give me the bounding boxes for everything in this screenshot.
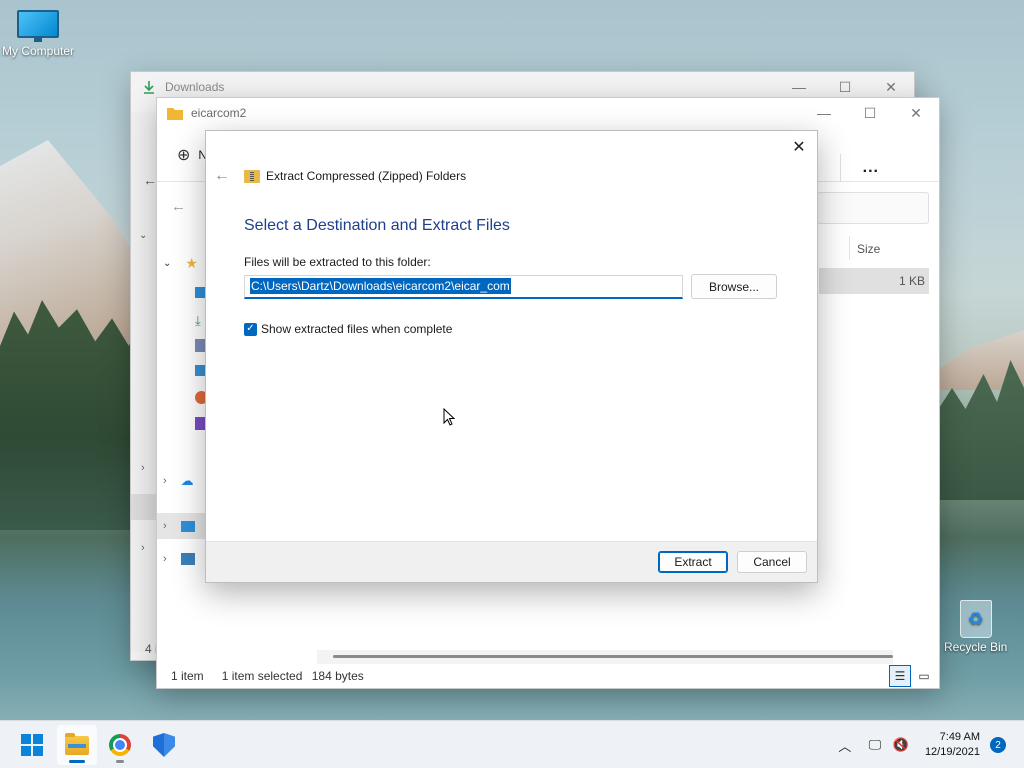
search-box-fragment[interactable] <box>817 192 929 224</box>
destination-label: Files will be extracted to this folder: <box>244 255 431 269</box>
show-files-label: Show extracted files when complete <box>261 322 453 336</box>
close-icon[interactable]: ✕ <box>893 98 939 128</box>
tiles-view-icon[interactable]: ▭ <box>913 665 935 687</box>
desktop-icon-recycle-bin[interactable]: ♻ Recycle Bin <box>944 600 1007 654</box>
mouse-pointer-icon <box>443 408 455 426</box>
taskbar-security[interactable] <box>144 725 184 765</box>
chrome-icon <box>109 734 131 756</box>
nav-item-onedrive[interactable]: › ☁ <box>163 473 194 489</box>
horizontal-scrollbar-thumb[interactable] <box>333 655 893 658</box>
desktop-icon-label: My Computer <box>2 44 75 58</box>
chevron-down-icon[interactable]: ⌄ <box>139 230 147 241</box>
running-indicator <box>116 760 124 763</box>
minimize-icon[interactable]: — <box>801 98 847 128</box>
nav-item-this-pc[interactable]: › <box>157 513 207 539</box>
status-selected: 1 item selected <box>221 669 303 683</box>
toolbar-right: ll ... <box>812 154 939 182</box>
star-icon: ★ <box>185 255 198 271</box>
dialog-footer: Extract Cancel <box>206 541 817 582</box>
new-plus-icon[interactable]: ⊕ <box>177 145 190 165</box>
close-icon[interactable]: ✕ <box>789 137 809 157</box>
recycle-bin-icon: ♻ <box>959 600 992 638</box>
start-button[interactable] <box>12 725 52 765</box>
chevron-up-icon[interactable]: ︿ <box>833 733 857 757</box>
windows-logo-icon <box>21 734 43 756</box>
taskbar-chrome[interactable] <box>100 725 140 765</box>
details-view-icon[interactable]: ☰ <box>889 665 911 687</box>
security-shield-icon <box>153 733 175 757</box>
show-files-checkbox[interactable]: ✓ <box>244 322 257 336</box>
desktop-icon-my-computer[interactable]: My Computer <box>2 10 74 58</box>
taskbar-file-explorer[interactable] <box>57 725 97 765</box>
nav-item-downloads[interactable]: ⤓ <box>195 313 201 329</box>
monitor-icon <box>17 10 60 42</box>
nav-item-selected[interactable] <box>131 494 157 520</box>
this-pc-icon <box>180 520 195 532</box>
more-options-icon[interactable]: ... <box>863 159 879 177</box>
window-title: eicarcom2 <box>191 106 247 120</box>
cancel-button[interactable]: Cancel <box>737 551 807 573</box>
dialog-header: ← Extract Compressed (Zipped) Folders <box>214 167 466 185</box>
clock-time: 7:49 AM <box>939 731 980 743</box>
downloads-nav-fragment: ← ⌄ › › <box>131 112 157 652</box>
chevron-right-icon[interactable]: › <box>141 462 145 474</box>
destination-path-input[interactable]: C:\Users\Dartz\Downloads\eicarcom2\eicar… <box>244 275 683 299</box>
file-explorer-icon <box>65 732 89 755</box>
notification-badge[interactable]: 2 <box>990 737 1006 753</box>
dialog-title: Extract Compressed (Zipped) Folders <box>266 169 467 183</box>
clock-date: 12/19/2021 <box>924 746 980 758</box>
back-arrow-icon[interactable]: ← <box>143 172 157 188</box>
wallpaper-forest <box>0 300 140 530</box>
maximize-icon[interactable]: ☐ <box>847 98 893 128</box>
extract-button[interactable]: Extract <box>658 551 728 573</box>
destination-path-value: C:\Users\Dartz\Downloads\eicarcom2\eicar… <box>250 278 511 294</box>
extract-dialog[interactable]: ✕ ← Extract Compressed (Zipped) Folders … <box>205 130 818 583</box>
download-icon: ⤓ <box>195 313 201 328</box>
network-icon <box>180 553 195 565</box>
nav-item-network[interactable]: › <box>163 553 195 565</box>
volume-muted-icon[interactable]: 🔇 <box>889 733 913 757</box>
back-arrow-icon[interactable]: ← <box>214 167 234 185</box>
network-icon[interactable]: 🖵 <box>863 733 887 757</box>
chevron-right-icon[interactable]: › <box>141 542 145 554</box>
dialog-heading: Select a Destination and Extract Files <box>244 217 510 234</box>
chevron-down-icon[interactable]: ⌄ <box>163 258 171 269</box>
caption-buttons: — ☐ ✕ <box>801 98 939 128</box>
clock[interactable]: 7:49 AM 12/19/2021 <box>925 730 980 760</box>
status-bar: 1 item 1 item selected 184 bytes <box>157 664 939 688</box>
navigation-pane: ⌄ ★ ⤓ › ☁ › › <box>157 183 208 663</box>
taskbar: ︿ 🖵 🔇 7:49 AM 12/19/2021 2 <box>0 720 1024 768</box>
desktop-icon-label: Recycle Bin <box>944 640 1008 654</box>
zip-folder-icon <box>244 169 260 183</box>
toolbar-divider <box>839 154 841 182</box>
column-header-size[interactable]: Size <box>857 242 880 256</box>
nav-item-quick-access[interactable]: ⌄ ★ <box>163 255 198 272</box>
folder-icon <box>167 105 183 121</box>
show-files-option[interactable]: ✓ Show extracted files when complete <box>244 322 452 336</box>
chevron-right-icon[interactable]: › <box>163 520 167 532</box>
cloud-icon: ☁ <box>180 473 194 488</box>
file-row-selected[interactable]: 1 KB <box>819 268 929 294</box>
status-item-count: 1 item <box>171 669 204 683</box>
chevron-right-icon[interactable]: › <box>163 475 167 487</box>
view-toggle: ☰ ▭ <box>889 665 935 687</box>
status-bytes: 184 bytes <box>311 669 364 683</box>
system-tray: ︿ 🖵 🔇 7:49 AM 12/19/2021 2 <box>831 721 1024 768</box>
file-size: 1 KB <box>898 274 925 288</box>
column-divider[interactable] <box>849 236 850 260</box>
running-indicator <box>69 760 85 763</box>
download-arrow-icon <box>141 79 157 95</box>
browse-button[interactable]: Browse... <box>691 274 777 299</box>
chevron-right-icon[interactable]: › <box>163 553 167 565</box>
window-title: Downloads <box>165 80 225 94</box>
